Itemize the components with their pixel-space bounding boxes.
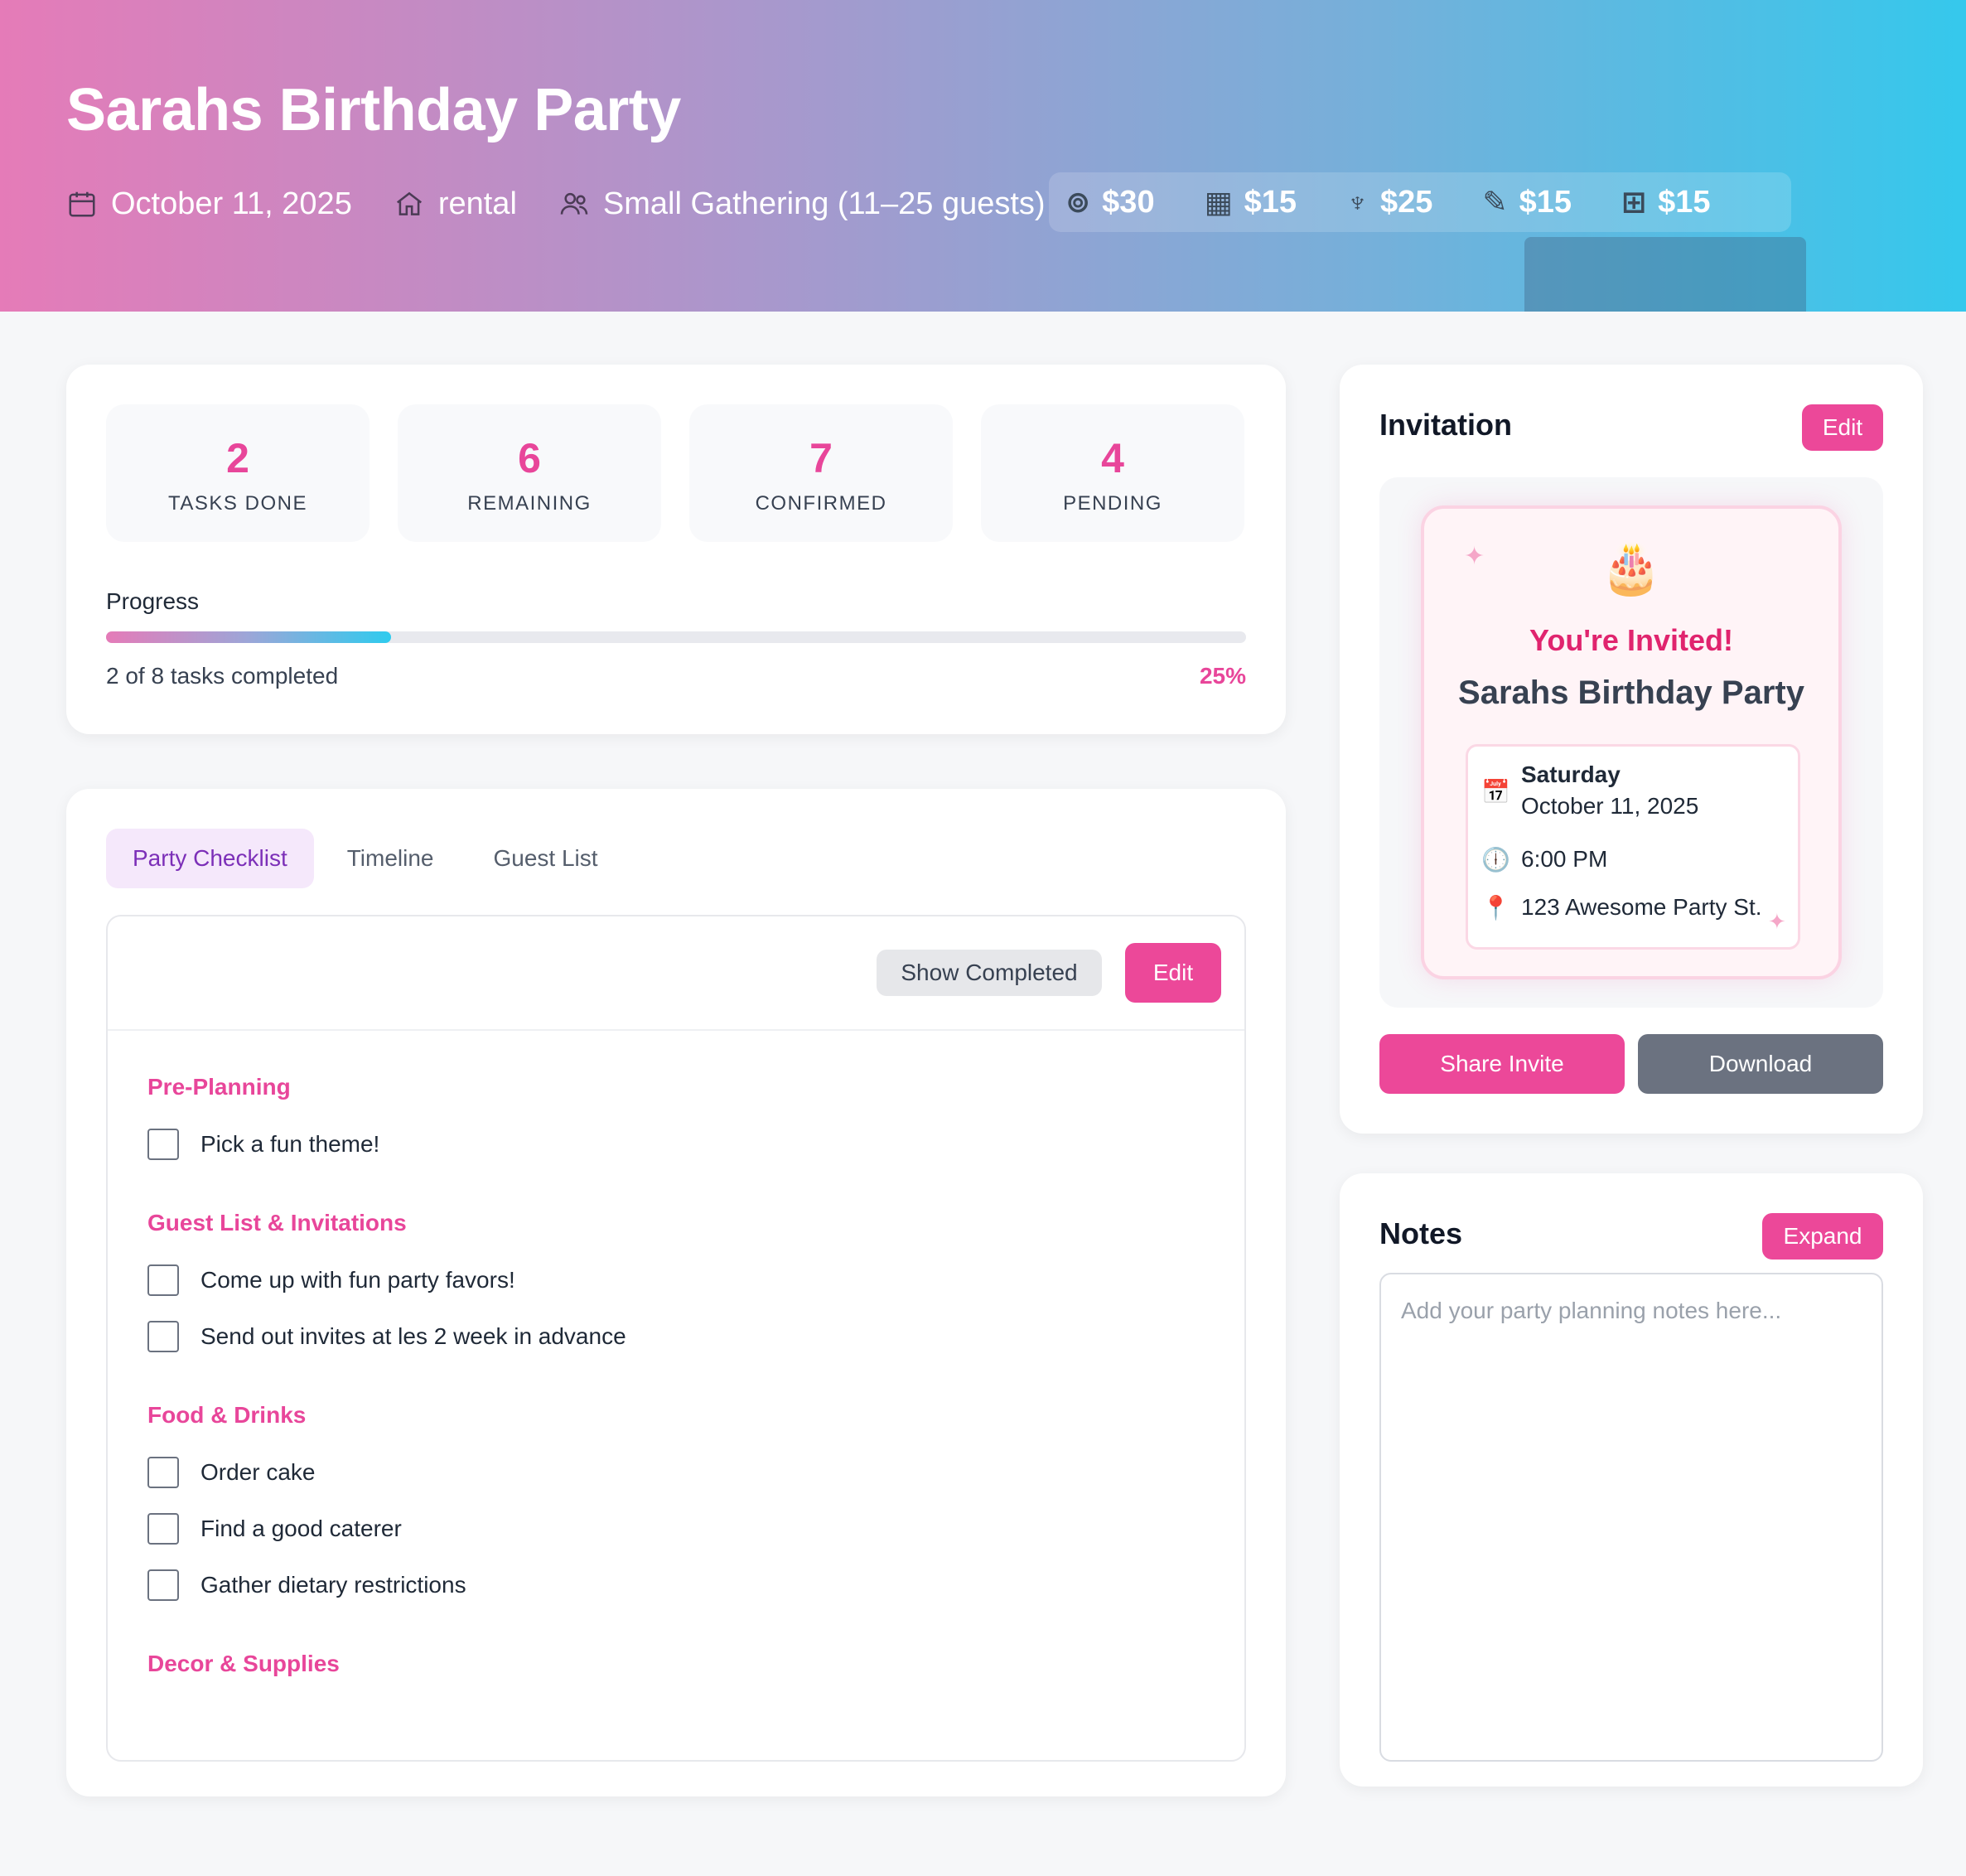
share-invite-button[interactable]: Share Invite xyxy=(1379,1034,1625,1094)
tab-timeline[interactable]: Timeline xyxy=(321,829,461,888)
notes-card: Notes Expand xyxy=(1340,1173,1923,1787)
notes-heading: Notes xyxy=(1379,1216,1463,1250)
stat-confirmed: 7 CONFIRMED xyxy=(689,404,953,542)
section-pre-planning: Pre-Planning xyxy=(147,1074,291,1100)
progress-bar xyxy=(106,631,1246,643)
invitation-edit-button[interactable]: Edit xyxy=(1802,404,1883,451)
progress-percent: 25% xyxy=(1199,663,1246,689)
invitation-card-preview: ✦ 🎂 You're Invited! Sarahs Birthday Part… xyxy=(1421,505,1842,979)
building-icon: ▦ xyxy=(1204,185,1233,219)
progress-label: Progress xyxy=(106,588,200,614)
invitation-address-row: 📍 123 Awesome Party St. xyxy=(1481,894,1762,921)
calendar-icon: 📅 xyxy=(1481,779,1510,805)
stat-pending: 4 PENDING xyxy=(981,404,1244,542)
stat-remaining: 6 REMAINING xyxy=(398,404,661,542)
task-item[interactable]: Send out invites at les 2 week in advanc… xyxy=(147,1321,626,1352)
home-icon xyxy=(396,191,422,215)
invitation-time-row: 🕕 6:00 PM xyxy=(1481,846,1608,873)
users-icon xyxy=(560,192,588,215)
tab-party-checklist[interactable]: Party Checklist xyxy=(106,829,314,888)
invitation-card: Invitation Edit ✦ 🎂 You're Invited! Sara… xyxy=(1340,365,1923,1134)
task-item[interactable]: Gather dietary restrictions xyxy=(147,1569,466,1601)
task-checkbox[interactable] xyxy=(147,1321,179,1352)
tab-guest-list[interactable]: Guest List xyxy=(467,829,625,888)
progress-bar-fill xyxy=(106,631,391,643)
clock-icon: 🕕 xyxy=(1481,847,1510,873)
task-checkbox[interactable] xyxy=(147,1129,179,1160)
section-decor-supplies: Decor & Supplies xyxy=(147,1651,340,1676)
budget-item-venue: ▦ $15 xyxy=(1204,184,1297,220)
invitation-details: 📅 Saturday October 11, 2025 🕕 6:00 PM 📍 … xyxy=(1466,744,1800,950)
task-checkbox[interactable] xyxy=(147,1457,179,1488)
invitation-date-row: 📅 Saturday October 11, 2025 xyxy=(1481,762,1699,819)
event-title: Sarahs Birthday Party xyxy=(66,77,681,143)
checklist-card: Party Checklist Timeline Guest List Show… xyxy=(66,789,1286,1796)
budget-bar: ⊚ $30 ▦ $15 ♆ $25 ✎ $15 ⊞ $15 xyxy=(1049,172,1791,232)
task-item[interactable]: Find a good caterer xyxy=(147,1513,402,1545)
checklist-toolbar: Show Completed Edit xyxy=(108,916,1244,1031)
calendar-icon xyxy=(69,191,95,217)
event-meta: October 11, 2025 rental Small Gathering … xyxy=(66,181,1087,227)
task-item[interactable]: Order cake xyxy=(147,1457,316,1488)
event-date: October 11, 2025 xyxy=(66,186,352,222)
budget-item-activities: ♆ $25 xyxy=(1346,184,1433,220)
section-guest-list-invitations: Guest List & Invitations xyxy=(147,1210,407,1235)
gift-icon: ⊞ xyxy=(1621,185,1647,219)
stats-card: 2 TASKS DONE 6 REMAINING 7 CONFIRMED 4 P… xyxy=(66,365,1286,734)
invitation-headline: You're Invited! xyxy=(1529,623,1733,657)
show-completed-button[interactable]: Show Completed xyxy=(877,950,1102,996)
pin-icon: 📍 xyxy=(1481,895,1510,921)
stat-tasks-done: 2 TASKS DONE xyxy=(106,404,370,542)
task-checkbox[interactable] xyxy=(147,1513,179,1545)
budget-item-favors: ⊞ $15 xyxy=(1621,184,1711,220)
event-size: Small Gathering (11–25 guests) xyxy=(558,186,1046,222)
invitation-preview: ✦ 🎂 You're Invited! Sarahs Birthday Part… xyxy=(1379,477,1883,1008)
checklist-panel: Show Completed Edit Pre-Planning Pick a … xyxy=(106,915,1246,1762)
invitation-event-name: Sarahs Birthday Party xyxy=(1458,674,1804,711)
budget-shadow xyxy=(1524,237,1806,312)
notes-expand-button[interactable]: Expand xyxy=(1762,1213,1883,1260)
task-item[interactable]: Pick a fun theme! xyxy=(147,1129,379,1160)
task-checkbox[interactable] xyxy=(147,1569,179,1601)
notes-input[interactable] xyxy=(1379,1273,1883,1762)
utensils-icon: ⊚ xyxy=(1065,185,1091,219)
section-food-drinks: Food & Drinks xyxy=(147,1402,307,1428)
tab-bar: Party Checklist Timeline Guest List xyxy=(106,829,631,888)
task-item[interactable]: Come up with fun party favors! xyxy=(147,1264,515,1296)
event-header: Sarahs Birthday Party October 11, 2025 r… xyxy=(0,0,1966,312)
cake-icon: 🎂 xyxy=(1600,540,1663,596)
palm-tree-icon: ♆ xyxy=(1346,185,1369,219)
checklist-edit-button[interactable]: Edit xyxy=(1125,943,1221,1003)
download-button[interactable]: Download xyxy=(1638,1034,1883,1094)
task-checkbox[interactable] xyxy=(147,1264,179,1296)
progress-text: 2 of 8 tasks completed xyxy=(106,663,339,689)
sparkle-icon: ✦ xyxy=(1768,909,1786,934)
invitation-heading: Invitation xyxy=(1379,408,1512,442)
budget-item-invitations: ✎ $15 xyxy=(1482,184,1572,220)
budget-item-food: ⊚ $30 xyxy=(1065,184,1155,220)
event-venue: rental xyxy=(394,186,517,222)
pen-icon: ✎ xyxy=(1482,185,1508,219)
